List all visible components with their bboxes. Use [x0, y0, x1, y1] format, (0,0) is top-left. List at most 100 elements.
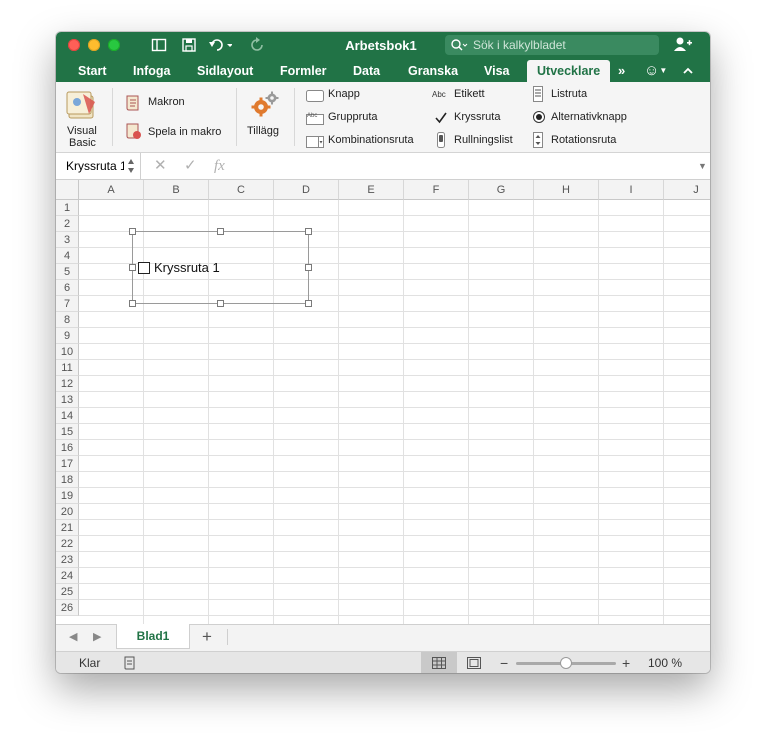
record-macro-icon[interactable] — [124, 122, 142, 145]
record-macro-label[interactable]: Spela in makro — [148, 126, 221, 138]
tab-utvecklare[interactable]: Utvecklare — [527, 60, 611, 82]
normal-view-button[interactable] — [421, 652, 457, 673]
sidebar-toggle-icon[interactable] — [151, 37, 167, 53]
group-box-icon[interactable]: Abc — [306, 111, 324, 125]
page-layout-view-icon[interactable] — [467, 657, 481, 672]
column-header[interactable]: J — [664, 180, 710, 200]
row-header[interactable]: 25 — [56, 584, 79, 600]
form-checkbox-label[interactable]: Kryssruta 1 — [154, 261, 220, 275]
scroll-bar-control-label[interactable]: Rullningslist — [454, 134, 513, 146]
row-header[interactable]: 9 — [56, 328, 79, 344]
column-header[interactable]: E — [339, 180, 404, 200]
resize-handle[interactable] — [129, 300, 136, 307]
zoom-level[interactable]: 100 % — [648, 652, 682, 673]
row-header[interactable]: 16 — [56, 440, 79, 456]
option-button-label[interactable]: Alternativknapp — [551, 111, 627, 123]
tab-formler[interactable]: Formler — [280, 60, 327, 82]
option-button-icon[interactable] — [532, 110, 550, 124]
row-header[interactable]: 11 — [56, 360, 79, 376]
add-ins-gear-icon[interactable] — [250, 90, 280, 123]
row-header[interactable]: 17 — [56, 456, 79, 472]
resize-handle[interactable] — [217, 228, 224, 235]
column-header[interactable]: G — [469, 180, 534, 200]
resize-handle[interactable] — [129, 228, 136, 235]
add-sheet-button[interactable]: + — [202, 625, 212, 649]
row-header[interactable]: 22 — [56, 536, 79, 552]
row-header[interactable]: 12 — [56, 376, 79, 392]
row-header[interactable]: 10 — [56, 344, 79, 360]
tab-data[interactable]: Data — [353, 60, 380, 82]
close-window-button[interactable] — [68, 39, 80, 51]
label-control-icon[interactable]: Abc — [432, 89, 450, 101]
confirm-entry-icon[interactable]: ✓ — [184, 153, 197, 179]
column-header[interactable]: F — [404, 180, 469, 200]
zoom-slider-track[interactable] — [516, 657, 616, 669]
row-header[interactable]: 26 — [56, 600, 79, 616]
visual-basic-icon[interactable] — [65, 88, 101, 122]
undo-icon[interactable] — [208, 37, 233, 53]
share-user-icon[interactable] — [673, 36, 693, 57]
redo-icon[interactable] — [250, 37, 266, 53]
tab-start[interactable]: Start — [78, 60, 106, 82]
name-box-value[interactable]: Kryssruta 1 — [66, 153, 124, 179]
scroll-bar-control-icon[interactable] — [436, 132, 454, 148]
minimize-window-button[interactable] — [88, 39, 100, 51]
row-header[interactable]: 14 — [56, 408, 79, 424]
row-header[interactable]: 3 — [56, 232, 79, 248]
resize-handle[interactable] — [217, 300, 224, 307]
zoom-window-button[interactable] — [108, 39, 120, 51]
add-ins-label[interactable]: Tillägg — [247, 125, 279, 137]
zoom-slider-thumb[interactable] — [560, 657, 572, 669]
checkbox-control-icon[interactable] — [434, 111, 452, 124]
smiley-feedback-icon[interactable]: ☺▼ — [644, 60, 667, 82]
search-input[interactable]: Sök i kalkylbladet — [445, 35, 659, 55]
more-tabs-chevron-icon[interactable]: » — [618, 60, 625, 82]
resize-handle[interactable] — [129, 264, 136, 271]
row-header[interactable]: 4 — [56, 248, 79, 264]
previous-sheet-icon[interactable]: ◀ — [69, 625, 77, 649]
tab-sidlayout[interactable]: Sidlayout — [197, 60, 253, 82]
list-box-label[interactable]: Listruta — [551, 88, 587, 100]
row-header[interactable]: 18 — [56, 472, 79, 488]
row-header[interactable]: 13 — [56, 392, 79, 408]
row-header[interactable]: 8 — [56, 312, 79, 328]
tab-infoga[interactable]: Infoga — [133, 60, 171, 82]
column-header[interactable]: H — [534, 180, 599, 200]
row-header[interactable]: 7 — [56, 296, 79, 312]
spin-button-label[interactable]: Rotationsruta — [551, 134, 616, 146]
row-header[interactable]: 20 — [56, 504, 79, 520]
combo-box-label[interactable]: Kombinationsruta — [328, 134, 414, 146]
column-header[interactable]: B — [144, 180, 209, 200]
macro-record-status-icon[interactable] — [122, 655, 138, 673]
spin-button-icon[interactable] — [533, 132, 551, 148]
row-header[interactable]: 24 — [56, 568, 79, 584]
button-control-label[interactable]: Knapp — [328, 88, 360, 100]
form-checkbox[interactable] — [138, 262, 150, 274]
list-box-icon[interactable] — [532, 86, 550, 102]
row-header[interactable]: 23 — [56, 552, 79, 568]
button-control-icon[interactable] — [306, 89, 324, 102]
column-header[interactable]: A — [79, 180, 144, 200]
column-header[interactable]: D — [274, 180, 339, 200]
zoom-in-button[interactable]: + — [622, 652, 630, 673]
worksheet-grid[interactable]: A B C D E F G H I J 1 2 3 4 5 6 7 8 9 10… — [56, 180, 710, 624]
row-header[interactable]: 2 — [56, 216, 79, 232]
row-header[interactable]: 5 — [56, 264, 79, 280]
resize-handle[interactable] — [305, 228, 312, 235]
select-all-corner[interactable] — [56, 180, 79, 200]
tab-visa[interactable]: Visa — [484, 60, 510, 82]
label-control-label[interactable]: Etikett — [454, 88, 485, 100]
next-sheet-icon[interactable]: ▶ — [93, 625, 101, 649]
collapse-ribbon-icon[interactable] — [682, 60, 694, 82]
cancel-entry-icon[interactable]: ✕ — [154, 153, 167, 179]
row-header[interactable]: 6 — [56, 280, 79, 296]
insert-function-icon[interactable]: fx — [214, 153, 225, 179]
column-header[interactable]: I — [599, 180, 664, 200]
combo-box-icon[interactable] — [306, 135, 324, 148]
checkbox-control-label[interactable]: Kryssruta — [454, 111, 500, 123]
zoom-out-button[interactable]: − — [500, 652, 508, 673]
name-box[interactable]: Kryssruta 1 — [56, 153, 141, 179]
save-icon[interactable] — [181, 37, 197, 53]
row-header[interactable]: 19 — [56, 488, 79, 504]
column-header[interactable]: C — [209, 180, 274, 200]
